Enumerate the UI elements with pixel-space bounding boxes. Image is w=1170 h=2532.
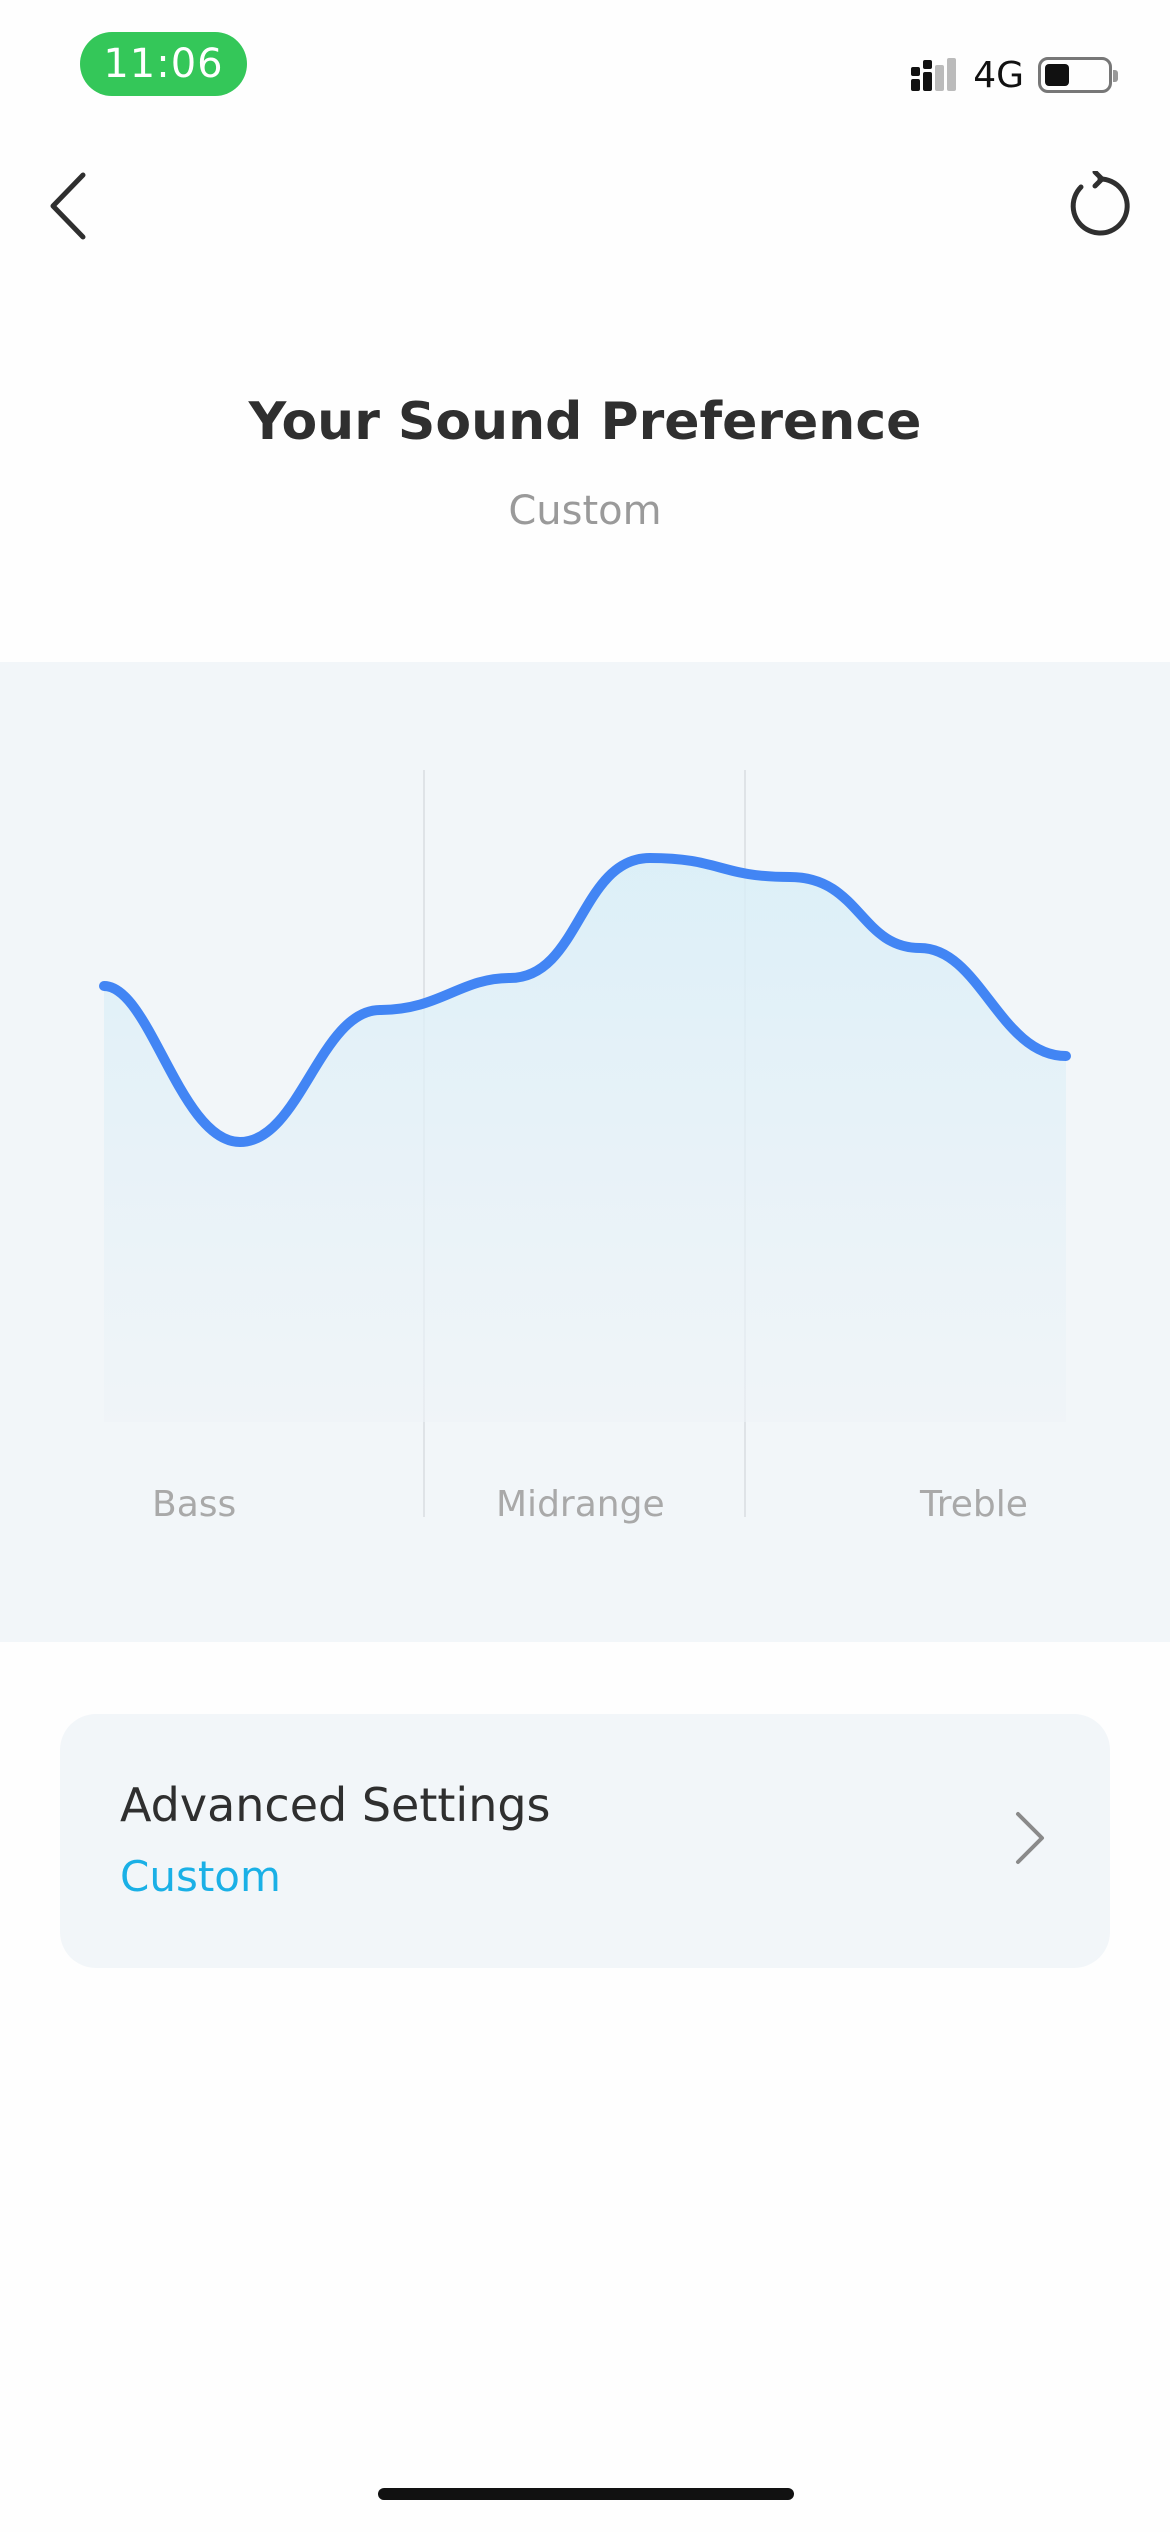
battery-icon [1038, 57, 1118, 93]
advanced-settings-value: Custom [120, 1852, 281, 1901]
cellular-signal-icon [911, 58, 957, 91]
status-time: 11:06 [80, 32, 247, 96]
eq-curve-panel[interactable]: Bass Midrange Treble [0, 662, 1170, 1642]
status-indicators: 4G [909, 52, 1118, 98]
advanced-settings-row[interactable]: Advanced Settings Custom [60, 1714, 1110, 1968]
page-title: Your Sound Preference [248, 392, 922, 452]
reset-icon [1070, 171, 1130, 236]
band-label-treble: Treble [920, 1484, 1028, 1525]
chevron-left-icon [50, 172, 86, 240]
reset-button[interactable] [1060, 166, 1140, 246]
band-label-bass: Bass [152, 1484, 237, 1525]
chevron-right-icon [1000, 1798, 1060, 1878]
preset-name: Custom [508, 488, 662, 534]
sound-preference-screen: 11:06 4G Your Sound Preference Custom Ba… [0, 0, 1170, 2532]
back-button[interactable] [30, 166, 110, 246]
home-indicator[interactable] [378, 2488, 794, 2500]
advanced-settings-label: Advanced Settings [120, 1778, 551, 1832]
band-label-midrange: Midrange [496, 1484, 665, 1525]
network-type: 4G [973, 54, 1024, 96]
